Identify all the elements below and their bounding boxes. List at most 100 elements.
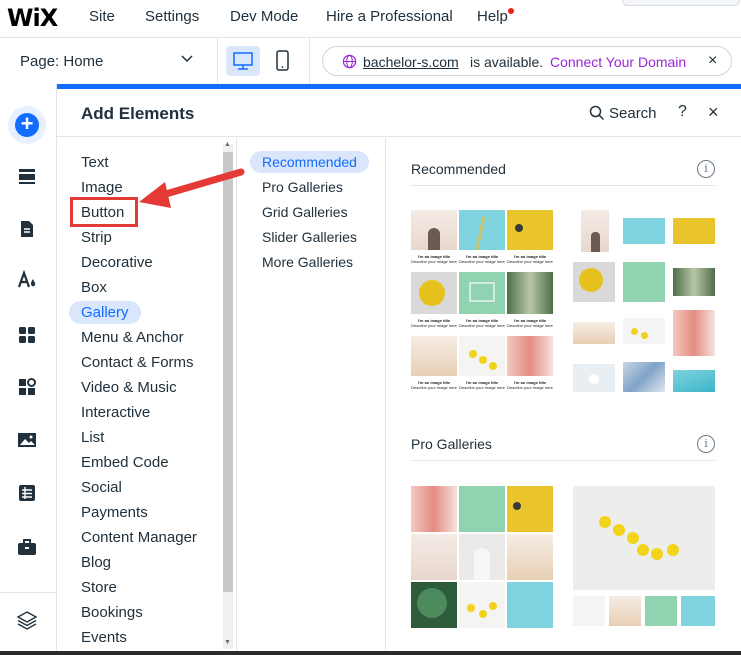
category-list[interactable]: List [81,429,104,446]
subcategory-grid-galleries[interactable]: Grid Galleries [262,204,348,220]
category-gallery[interactable]: Gallery [69,301,141,324]
apps-icon[interactable] [15,323,39,347]
category-image[interactable]: Image [81,179,123,196]
subcategory-recommended[interactable]: Recommended [250,151,369,173]
caption: I'm an image title Describe your image he… [411,254,457,264]
category-interactive[interactable]: Interactive [81,404,150,421]
thumbnail [673,268,715,296]
category-box[interactable]: Box [81,279,107,296]
category-video-music[interactable]: Video & Music [81,379,177,396]
gallery-previews: Recommended i I'm an image title Describe… [387,138,741,655]
thumbnail [673,218,715,244]
category-bookings[interactable]: Bookings [81,604,143,621]
thumbnail [573,486,715,590]
info-icon[interactable]: i [697,160,715,178]
menu-site[interactable]: Site [89,8,115,25]
category-scrollbar[interactable]: ▲ ▼ [223,141,233,649]
category-decorative[interactable]: Decorative [81,254,153,271]
thumbnail [623,318,665,344]
category-events[interactable]: Events [81,629,127,646]
thumbnail [411,272,457,314]
wix-logo[interactable]: WiX [7,4,58,32]
category-blog[interactable]: Blog [81,554,111,571]
search-button[interactable]: Search [589,105,657,122]
menu-help[interactable]: Help [477,8,508,25]
page-selector-label: Page: Home [20,53,104,70]
subcategory-more-galleries[interactable]: More Galleries [262,254,353,270]
close-icon[interactable]: × [708,52,717,70]
gallery-preview-pro-slideshow[interactable] [573,486,715,628]
gallery-preview-grid-captions[interactable]: I'm an image title Describe your image he… [411,210,553,392]
gallery-preview-pro-grid[interactable] [411,486,553,628]
thumbnail [411,486,457,532]
connect-domain-link[interactable]: Connect Your Domain [550,54,686,70]
design-icon[interactable] [15,268,39,292]
page-selector[interactable]: Page: Home [0,38,218,84]
media-icon[interactable] [15,428,39,452]
scroll-up-icon[interactable]: ▲ [224,141,231,148]
scrollbar-thumb[interactable] [223,152,233,592]
thumbnail [459,336,505,376]
thumbnail [681,596,715,626]
gallery-preview-masonry[interactable] [573,210,717,394]
scroll-down-icon[interactable]: ▼ [224,639,231,646]
category-embed-code[interactable]: Embed Code [81,454,169,471]
menu-hire-a-professional[interactable]: Hire a Professional [326,8,453,25]
thumbnail [623,362,665,392]
mobile-view-button[interactable] [266,46,300,76]
thumbnail [573,596,605,626]
top-right-tab[interactable] [622,0,740,6]
annotation-arrow-icon [139,168,245,208]
sections-icon[interactable] [15,164,39,188]
thumbnail [411,582,457,628]
add-icon: + [15,113,39,137]
desktop-icon [233,52,253,70]
caption: I'm an image title Describe your image he… [507,318,553,328]
thumbnail [411,336,457,376]
thumbnail [581,210,609,252]
category-menu-anchor[interactable]: Menu & Anchor [81,329,184,346]
category-social[interactable]: Social [81,479,122,496]
category-store[interactable]: Store [81,579,117,596]
category-strip[interactable]: Strip [81,229,112,246]
caption: I'm an image title Describe your image he… [459,318,505,328]
section-divider [411,185,715,186]
panel-header: Add Elements Search ? × [57,89,741,137]
business-icon[interactable] [15,375,39,399]
thumbnail [507,582,553,628]
subcategory-slider-galleries[interactable]: Slider Galleries [262,229,357,245]
caption: I'm an image title Describe your image he… [507,380,553,390]
category-contact-forms[interactable]: Contact & Forms [81,354,194,371]
panel-close-button[interactable]: × [708,102,719,123]
pages-icon[interactable] [15,217,39,241]
subcategory-list: Recommended Pro Galleries Grid Galleries… [238,138,386,655]
category-content-manager[interactable]: Content Manager [81,529,197,546]
category-payments[interactable]: Payments [81,504,148,521]
subcategory-pro-galleries[interactable]: Pro Galleries [262,179,343,195]
domain-name-link[interactable]: bachelor-s.com [363,54,459,70]
thumbnail [623,262,665,302]
domain-status: is available. [470,54,544,70]
cms-icon[interactable] [15,481,39,505]
thumbnail [645,596,677,626]
add-elements-button[interactable]: + [8,106,46,144]
help-button[interactable]: ? [678,103,687,121]
thumbnail [507,272,553,314]
menu-dev-mode[interactable]: Dev Mode [230,8,298,25]
thumbnail [573,364,615,392]
info-icon[interactable]: i [697,435,715,453]
section-divider [411,460,715,461]
thumbnail [573,262,615,302]
portfolio-icon[interactable] [15,535,39,559]
layers-icon[interactable] [15,608,39,632]
desktop-view-button[interactable] [226,46,260,76]
rail-divider [0,592,56,593]
menu-settings[interactable]: Settings [145,8,199,25]
thumbnail [507,210,553,250]
caption: I'm an image title Describe your image he… [459,254,505,264]
thumbnail [673,370,715,392]
bottom-strip [0,651,741,655]
category-text[interactable]: Text [81,154,109,171]
caption: I'm an image title Describe your image he… [459,380,505,390]
thumbnail [459,534,505,580]
